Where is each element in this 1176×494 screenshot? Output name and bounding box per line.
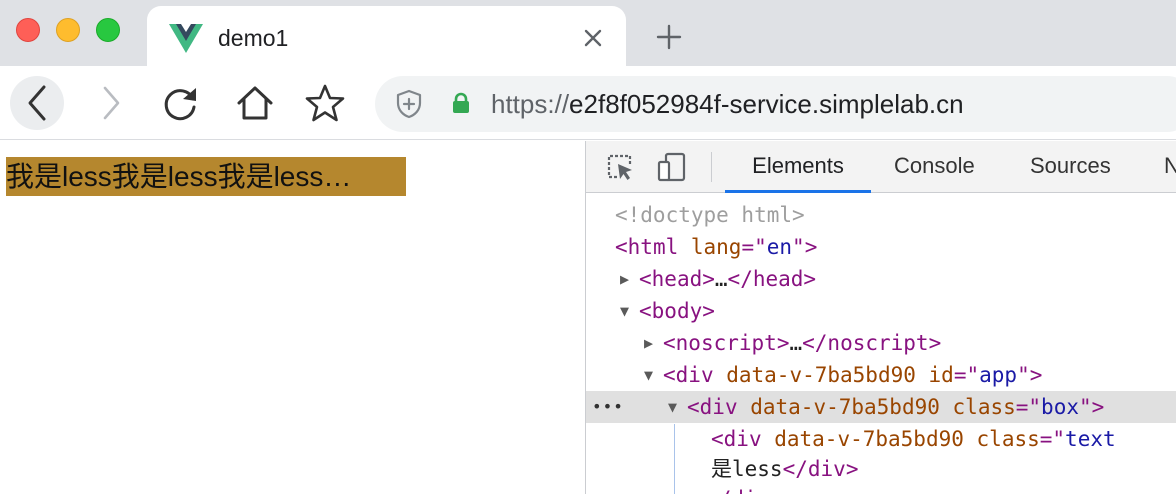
url-text: https://e2f8f052984f-service.simplelab.c… <box>491 89 964 119</box>
forward-button[interactable] <box>84 76 138 130</box>
collapse-arrow-icon[interactable]: ▼ <box>644 359 653 391</box>
maximize-window-button[interactable] <box>96 18 120 42</box>
star-icon <box>305 84 345 122</box>
dom-node-doctype[interactable]: <!doctype html> <box>586 199 1176 231</box>
reload-icon <box>164 88 196 121</box>
close-window-button[interactable] <box>16 18 40 42</box>
devtools-panel: Elements Console Sources N <!doctype htm… <box>585 141 1176 494</box>
collapse-arrow-icon[interactable]: ▼ <box>620 295 629 327</box>
home-button[interactable] <box>228 76 282 130</box>
indent-guide <box>674 424 675 494</box>
inspect-element-icon[interactable] <box>604 151 636 183</box>
devtools-tabbar: Elements Console Sources N <box>586 141 1176 193</box>
minimize-window-button[interactable] <box>56 18 80 42</box>
collapse-arrow-icon[interactable]: ▼ <box>668 391 677 423</box>
tab-console[interactable]: Console <box>894 141 975 193</box>
reload-button[interactable] <box>154 76 208 130</box>
vue-logo-icon <box>169 24 203 53</box>
device-toolbar-icon[interactable] <box>656 151 688 183</box>
toolbar-divider <box>711 152 712 182</box>
home-icon <box>237 86 273 120</box>
tab-elements[interactable]: Elements <box>725 141 871 193</box>
expand-arrow-icon[interactable]: ▶ <box>644 327 653 359</box>
text-box: 我是less我是less我是less… <box>6 157 406 196</box>
dom-node-div-box[interactable]: ••• ▼ <div data-v-7ba5bd90 class="box"> <box>586 391 1176 423</box>
page-viewport: 我是less我是less我是less… <box>0 141 585 494</box>
expand-arrow-icon[interactable]: ▶ <box>620 263 629 295</box>
shield-icon[interactable] <box>395 89 423 119</box>
tab-network[interactable]: N <box>1164 141 1176 193</box>
dom-node-body[interactable]: ▼ <body> <box>586 295 1176 327</box>
browser-tab[interactable]: demo1 <box>147 6 626 66</box>
address-bar[interactable]: https://e2f8f052984f-service.simplelab.c… <box>375 76 1176 132</box>
dom-node-head[interactable]: ▶ <head>…</head> <box>586 263 1176 295</box>
bookmark-button[interactable] <box>298 76 352 130</box>
plus-icon[interactable] <box>654 22 684 52</box>
close-tab-icon[interactable] <box>579 24 607 52</box>
dom-node-div-app[interactable]: ▼ <div data-v-7ba5bd90 id="app"> <box>586 359 1176 391</box>
back-button[interactable] <box>10 76 64 130</box>
lock-icon <box>453 92 469 113</box>
tab-sources[interactable]: Sources <box>1030 141 1111 193</box>
dom-node-noscript[interactable]: ▶ <noscript>…</noscript> <box>586 327 1176 359</box>
back-arrow-icon <box>28 85 46 121</box>
more-options-icon[interactable]: ••• <box>592 391 624 423</box>
tab-strip: demo1 <box>0 0 1176 66</box>
tab-title: demo1 <box>218 25 289 51</box>
box-text: 我是less我是less我是less… <box>6 161 352 192</box>
dom-node-html[interactable]: <html lang="en"> <box>586 231 1176 263</box>
forward-arrow-icon <box>103 86 120 120</box>
browser-toolbar: https://e2f8f052984f-service.simplelab.c… <box>0 66 1176 140</box>
